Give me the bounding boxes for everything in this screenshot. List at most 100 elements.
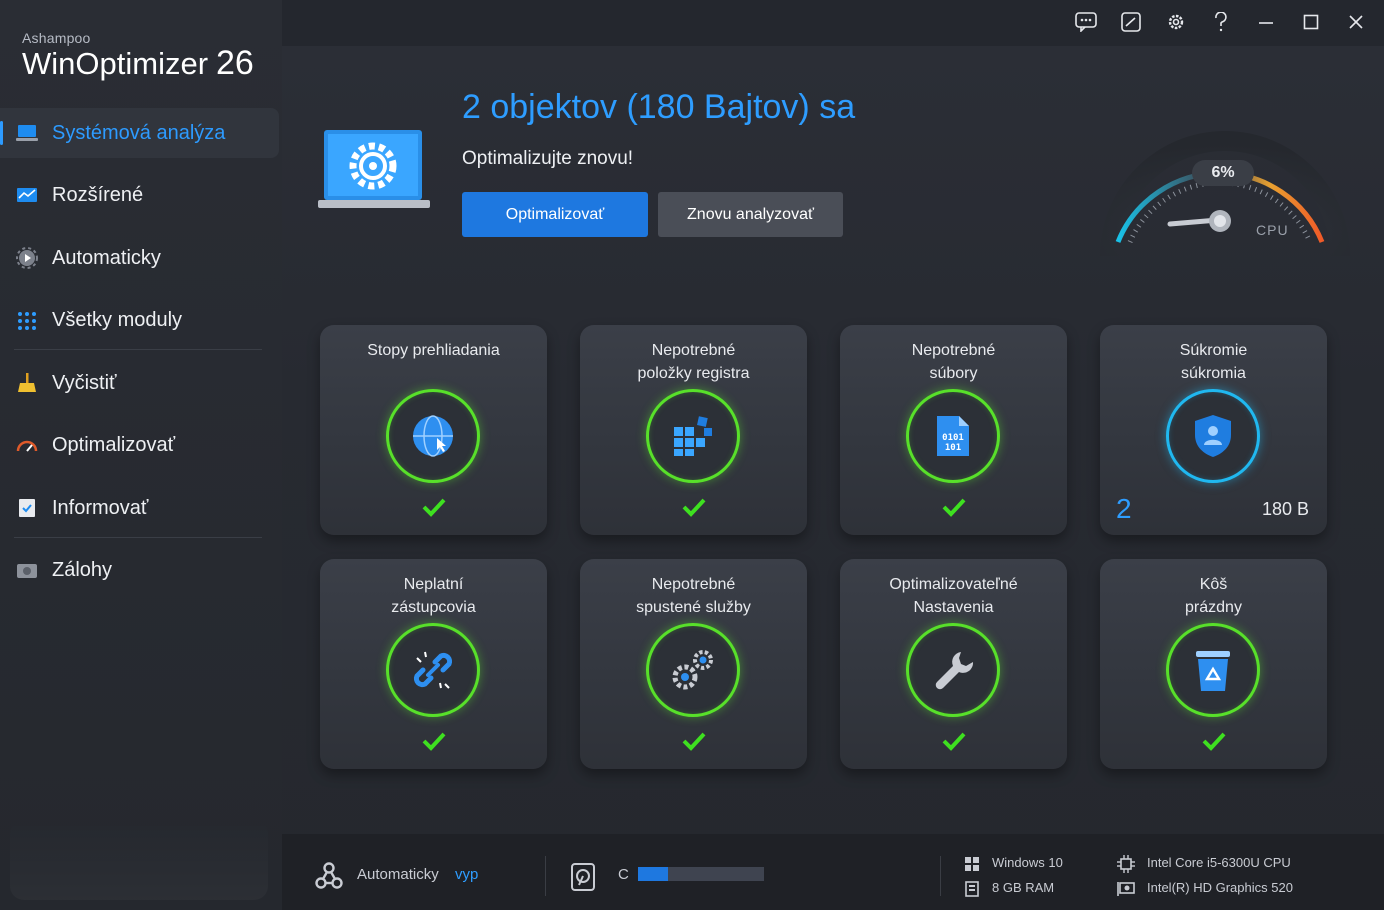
sidebar-divider <box>14 537 262 538</box>
tile-optimizable-settings[interactable]: Optimalizovateľné Nastavenia <box>840 559 1067 769</box>
status-divider <box>545 856 546 896</box>
scan-result-headline: 2 objektov (180 Bajtov) sa <box>462 88 856 126</box>
recycle-bin-icon <box>1196 651 1230 691</box>
check-icon <box>942 732 966 751</box>
close-icon[interactable] <box>1333 6 1378 38</box>
sidebar-footer <box>10 820 268 900</box>
feedback-icon[interactable] <box>1063 6 1108 38</box>
sidebar-item-label: Systémová analýza <box>52 121 226 144</box>
sidebar: Ashampoo WinOptimizer 26 Systémová analýz… <box>0 0 282 910</box>
grid-icon <box>18 311 36 330</box>
backup-drive-icon <box>17 563 37 578</box>
sidebar-item-report[interactable]: Informovať <box>0 483 282 533</box>
binary-file-icon: 0101101 <box>937 416 969 456</box>
sidebar-item-label: Vyčistiť <box>52 371 117 394</box>
tile-status-ring <box>1166 623 1260 717</box>
check-icon <box>682 732 706 751</box>
tile-status-ring <box>906 623 1000 717</box>
reanalyze-button[interactable]: Znovu analyzovať <box>658 192 843 237</box>
status-divider <box>940 856 941 896</box>
maximize-icon[interactable] <box>1288 6 1333 38</box>
registry-blocks-icon <box>674 416 712 456</box>
auto-gear-icon <box>16 247 38 269</box>
privacy-item-size: 180 B <box>1261 499 1309 519</box>
optimize-button[interactable]: Optimalizovať <box>462 192 648 237</box>
sidebar-item-label: Automaticky <box>52 246 161 269</box>
ram-icon <box>965 881 979 897</box>
cpu-gauge-value: 6% <box>1192 160 1254 186</box>
sidebar-item-clean[interactable]: Vyčistiť <box>0 358 282 408</box>
tile-recycle-bin[interactable]: Kôš prázdny <box>1100 559 1327 769</box>
automation-icon <box>315 862 343 889</box>
automation-toggle[interactable]: vyp <box>455 866 478 883</box>
checklist-icon <box>19 499 35 517</box>
tile-privacy[interactable]: Súkromie súkromia 2 180 B <box>1100 325 1327 535</box>
tile-title: Nepotrebné položky registra <box>637 342 750 382</box>
sidebar-item-optimize[interactable]: Optimalizovať <box>0 421 282 471</box>
tile-registry-items[interactable]: Nepotrebné položky registra <box>580 325 807 535</box>
tile-junk-files[interactable]: Nepotrebné súbory 0101 101 <box>840 325 1067 535</box>
edit-icon[interactable] <box>1108 6 1153 38</box>
cpu-gauge-label: CPU <box>1256 222 1289 238</box>
tile-status-ring: 0101 101 <box>906 389 1000 483</box>
cpu-gauge: 6% CPU <box>1086 86 1362 262</box>
tile-title: Kôš prázdny <box>1185 576 1242 616</box>
gpu-info: Intel(R) HD Graphics 520 <box>1147 880 1293 895</box>
sidebar-item-automatic[interactable]: Automaticky <box>0 233 282 283</box>
check-icon <box>1202 732 1226 751</box>
svg-text:101: 101 <box>945 443 961 453</box>
sidebar-item-label: Rozšírené <box>52 184 144 206</box>
window-controls <box>1063 6 1378 38</box>
drive-usage-bar <box>638 867 764 881</box>
tile-invalid-shortcuts[interactable]: Neplatní zástupcovia <box>320 559 547 769</box>
check-icon <box>422 498 446 517</box>
drive-label: C <box>618 866 629 883</box>
ram-info: 8 GB RAM <box>992 880 1055 895</box>
shield-user-icon <box>1195 415 1231 457</box>
drive-icon <box>571 863 595 891</box>
drive-usage-fill <box>638 867 669 881</box>
tile-status-ring <box>386 623 480 717</box>
sidebar-item-system-analysis[interactable]: Systémová analýza <box>0 108 279 158</box>
gear-icon[interactable] <box>1153 6 1198 38</box>
check-icon <box>942 498 966 517</box>
tile-title: Optimalizovateľné Nastavenia <box>889 576 1018 616</box>
sidebar-nav: Systémová analýza Rozšírené Automaticky … <box>0 108 282 608</box>
check-icon <box>682 498 706 517</box>
svg-text:0101: 0101 <box>942 433 964 443</box>
monitor-chart-icon <box>17 187 37 202</box>
sidebar-item-advanced[interactable]: Rozšírené <box>0 171 282 221</box>
gears-icon <box>672 650 713 690</box>
tile-title: Nepotrebné súbory <box>911 342 996 382</box>
tile-title: Nepotrebné spustené služby <box>636 576 751 616</box>
sidebar-divider <box>14 349 262 350</box>
brand-version: 26 <box>216 44 254 82</box>
windows-icon <box>965 857 979 871</box>
tile-title: Stopy prehliadania <box>367 342 500 359</box>
sidebar-item-label: Zálohy <box>52 559 113 581</box>
scan-result-subline: Optimalizujte znovu! <box>462 148 634 169</box>
status-bar: Automaticky vyp C Windows 10 8 GB RAM In… <box>282 834 1384 910</box>
sidebar-item-label: Optimalizovať <box>52 434 176 456</box>
os-info: Windows 10 <box>992 855 1063 870</box>
tile-browsing-traces[interactable]: Stopy prehliadania <box>320 325 547 535</box>
cpu-icon <box>1117 855 1135 873</box>
brand-name: WinOptimizer <box>22 46 209 81</box>
help-icon[interactable] <box>1198 6 1243 38</box>
sidebar-item-backups[interactable]: Zálohy <box>0 546 282 596</box>
privacy-item-count: 2 <box>1116 493 1132 524</box>
tile-status-ring <box>646 623 740 717</box>
cpu-info: Intel Core i5-6300U CPU <box>1147 855 1291 870</box>
tile-title: Súkromie súkromia <box>1179 342 1248 382</box>
minimize-icon[interactable] <box>1243 6 1288 38</box>
laptop-gear-icon <box>318 130 430 208</box>
gpu-icon <box>1117 882 1135 896</box>
laptop-icon <box>16 125 38 141</box>
tile-status-ring <box>646 389 740 483</box>
sidebar-item-all-modules[interactable]: Všetky moduly <box>0 296 282 346</box>
automation-label: Automaticky <box>357 866 439 883</box>
broom-icon <box>18 373 36 392</box>
tile-running-services[interactable]: Nepotrebné spustené služby <box>580 559 807 769</box>
brand-title: WinOptimizer 26 <box>22 44 254 83</box>
sidebar-item-label: Všetky moduly <box>52 309 183 331</box>
